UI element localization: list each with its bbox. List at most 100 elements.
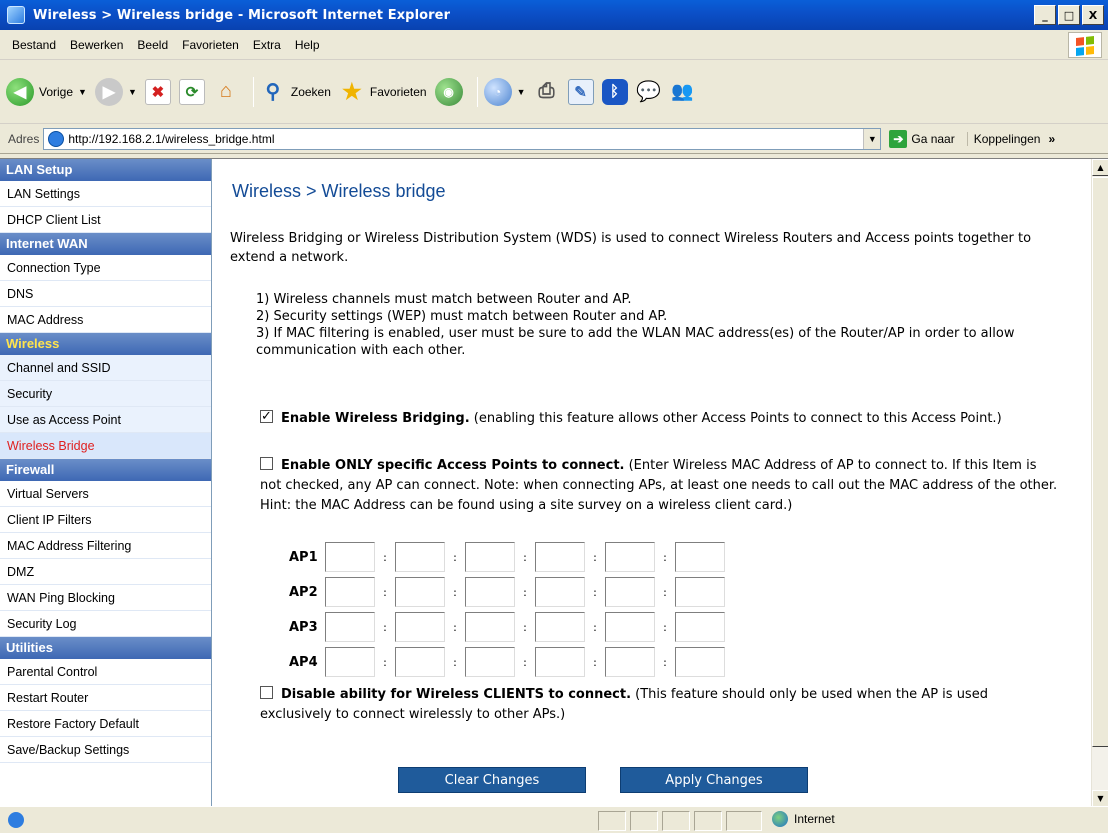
history-button[interactable]: ◔ ▼: [483, 77, 526, 106]
ap1-mac-octet-3[interactable]: [465, 542, 515, 572]
links-button[interactable]: Koppelingen: [966, 131, 1040, 146]
ap1-mac-octet-1[interactable]: [325, 542, 375, 572]
scroll-down-icon[interactable]: ▼: [1092, 790, 1108, 807]
vertical-scrollbar[interactable]: ▲ ▼: [1091, 159, 1108, 807]
sidebar-item-connection-type[interactable]: Connection Type: [0, 255, 211, 281]
ap2-mac-octet-3[interactable]: [465, 577, 515, 607]
forward-button[interactable]: ▶ ▼: [94, 77, 137, 106]
edit-icon: ✎: [567, 78, 594, 105]
ap1-mac-octet-6[interactable]: [675, 542, 725, 572]
sidebar-item-save-backup-settings[interactable]: Save/Backup Settings: [0, 737, 211, 763]
sidebar-item-dmz[interactable]: DMZ: [0, 559, 211, 585]
window-titlebar[interactable]: Wireless > Wireless bridge - Microsoft I…: [0, 0, 1108, 30]
apply-changes-button[interactable]: Apply Changes: [620, 767, 808, 793]
specific-aps-checkbox[interactable]: [260, 457, 273, 470]
address-dropdown-icon[interactable]: ▼: [863, 128, 881, 149]
ap4-label: AP4: [289, 654, 318, 670]
ap4-mac-octet-1[interactable]: [325, 647, 375, 677]
address-url[interactable]: http://192.168.2.1/wireless_bridge.html: [68, 132, 863, 146]
bluetooth-button[interactable]: ᛒ: [601, 78, 628, 105]
links-more-icon[interactable]: »: [1048, 132, 1055, 146]
sidebar-item-parental-control[interactable]: Parental Control: [0, 659, 211, 685]
sidebar-item-wan-ping-blocking[interactable]: WAN Ping Blocking: [0, 585, 211, 611]
sidebar-item-security[interactable]: Security: [0, 381, 211, 407]
sidebar-item-lan-settings[interactable]: LAN Settings: [0, 181, 211, 207]
ap2-mac-octet-1[interactable]: [325, 577, 375, 607]
discuss-button[interactable]: 💬: [636, 79, 662, 105]
ap4-mac-octet-4[interactable]: [535, 647, 585, 677]
scrollbar-thumb[interactable]: [1092, 177, 1108, 747]
back-label: Vorige: [39, 84, 74, 99]
ap1-mac-octet-5[interactable]: [605, 542, 655, 572]
print-button[interactable]: ⎙: [534, 79, 560, 105]
close-button[interactable]: X: [1082, 5, 1104, 25]
mac-separator: :: [663, 655, 667, 669]
ap4-mac-octet-5[interactable]: [605, 647, 655, 677]
refresh-button[interactable]: ⟳: [178, 78, 205, 105]
mac-separator: :: [383, 550, 387, 564]
menu-help[interactable]: Help: [288, 38, 327, 52]
sidebar-item-restore-factory-default[interactable]: Restore Factory Default: [0, 711, 211, 737]
forward-dropdown-icon[interactable]: ▼: [128, 87, 137, 97]
address-input[interactable]: http://192.168.2.1/wireless_bridge.html …: [43, 127, 882, 150]
sidebar-item-mac-address[interactable]: MAC Address: [0, 307, 211, 333]
ap3-mac-octet-6[interactable]: [675, 612, 725, 642]
ap2-mac-octet-5[interactable]: [605, 577, 655, 607]
ap3-mac-octet-1[interactable]: [325, 612, 375, 642]
ap1-mac-octet-2[interactable]: [395, 542, 445, 572]
disable-clients-checkbox[interactable]: [260, 686, 273, 699]
ap2-mac-octet-6[interactable]: [675, 577, 725, 607]
option-specific-aps: Enable ONLY specific Access Points to co…: [260, 456, 1060, 516]
media-button[interactable]: ◉: [434, 77, 463, 106]
status-cell: [598, 811, 626, 831]
sidebar-item-security-log[interactable]: Security Log: [0, 611, 211, 637]
history-dropdown-icon[interactable]: ▼: [517, 87, 526, 97]
go-button[interactable]: Ga naar: [911, 132, 954, 146]
home-button[interactable]: ⌂: [213, 79, 239, 105]
stop-button[interactable]: ✖: [144, 78, 171, 105]
sidebar-item-wireless-bridge[interactable]: Wireless Bridge: [0, 433, 211, 459]
back-dropdown-icon[interactable]: ▼: [78, 87, 87, 97]
edit-button[interactable]: ✎: [567, 78, 594, 105]
ap4-mac-octet-6[interactable]: [675, 647, 725, 677]
menu-extra[interactable]: Extra: [246, 38, 288, 52]
sidebar-item-use-as-access-point[interactable]: Use as Access Point: [0, 407, 211, 433]
minimize-button[interactable]: _: [1034, 5, 1056, 25]
ap2-mac-octet-4[interactable]: [535, 577, 585, 607]
menu-beeld[interactable]: Beeld: [130, 38, 175, 52]
messenger-button[interactable]: 👥: [670, 79, 696, 105]
scroll-up-icon[interactable]: ▲: [1092, 159, 1108, 176]
sidebar-item-restart-router[interactable]: Restart Router: [0, 685, 211, 711]
sidebar-item-dhcp-client-list[interactable]: DHCP Client List: [0, 207, 211, 233]
sidebar-item-channel-ssid[interactable]: Channel and SSID: [0, 355, 211, 381]
menu-bar: Bestand Bewerken Beeld Favorieten Extra …: [0, 30, 1108, 60]
ap2-label: AP2: [289, 584, 318, 600]
ap1-mac-octet-4[interactable]: [535, 542, 585, 572]
favorites-button[interactable]: ★ Favorieten: [339, 79, 427, 105]
search-button[interactable]: ⚲ Zoeken: [260, 79, 331, 105]
ap3-mac-octet-5[interactable]: [605, 612, 655, 642]
menu-favorieten[interactable]: Favorieten: [175, 38, 246, 52]
enable-bridging-checkbox[interactable]: [260, 407, 273, 427]
sidebar-item-virtual-servers[interactable]: Virtual Servers: [0, 481, 211, 507]
sidebar-heading-wireless: Wireless: [0, 333, 211, 355]
ap3-mac-octet-3[interactable]: [465, 612, 515, 642]
go-arrow-icon[interactable]: ➔: [889, 129, 908, 148]
ap4-mac-octet-3[interactable]: [465, 647, 515, 677]
sidebar-item-client-ip-filters[interactable]: Client IP Filters: [0, 507, 211, 533]
sidebar-item-mac-address-filtering[interactable]: MAC Address Filtering: [0, 533, 211, 559]
media-icon: ◉: [434, 77, 463, 106]
forward-arrow-icon: ▶: [94, 77, 123, 106]
sidebar-item-dns[interactable]: DNS: [0, 281, 211, 307]
maximize-button[interactable]: □: [1058, 5, 1080, 25]
ap3-mac-octet-4[interactable]: [535, 612, 585, 642]
back-button[interactable]: ◀ Vorige ▼: [6, 77, 87, 106]
clear-changes-button[interactable]: Clear Changes: [398, 767, 586, 793]
menu-bestand[interactable]: Bestand: [0, 38, 63, 52]
mac-separator: :: [383, 655, 387, 669]
toolbar-separator: [476, 76, 478, 107]
menu-bewerken[interactable]: Bewerken: [63, 38, 130, 52]
ap2-mac-octet-2[interactable]: [395, 577, 445, 607]
ap3-mac-octet-2[interactable]: [395, 612, 445, 642]
ap4-mac-octet-2[interactable]: [395, 647, 445, 677]
